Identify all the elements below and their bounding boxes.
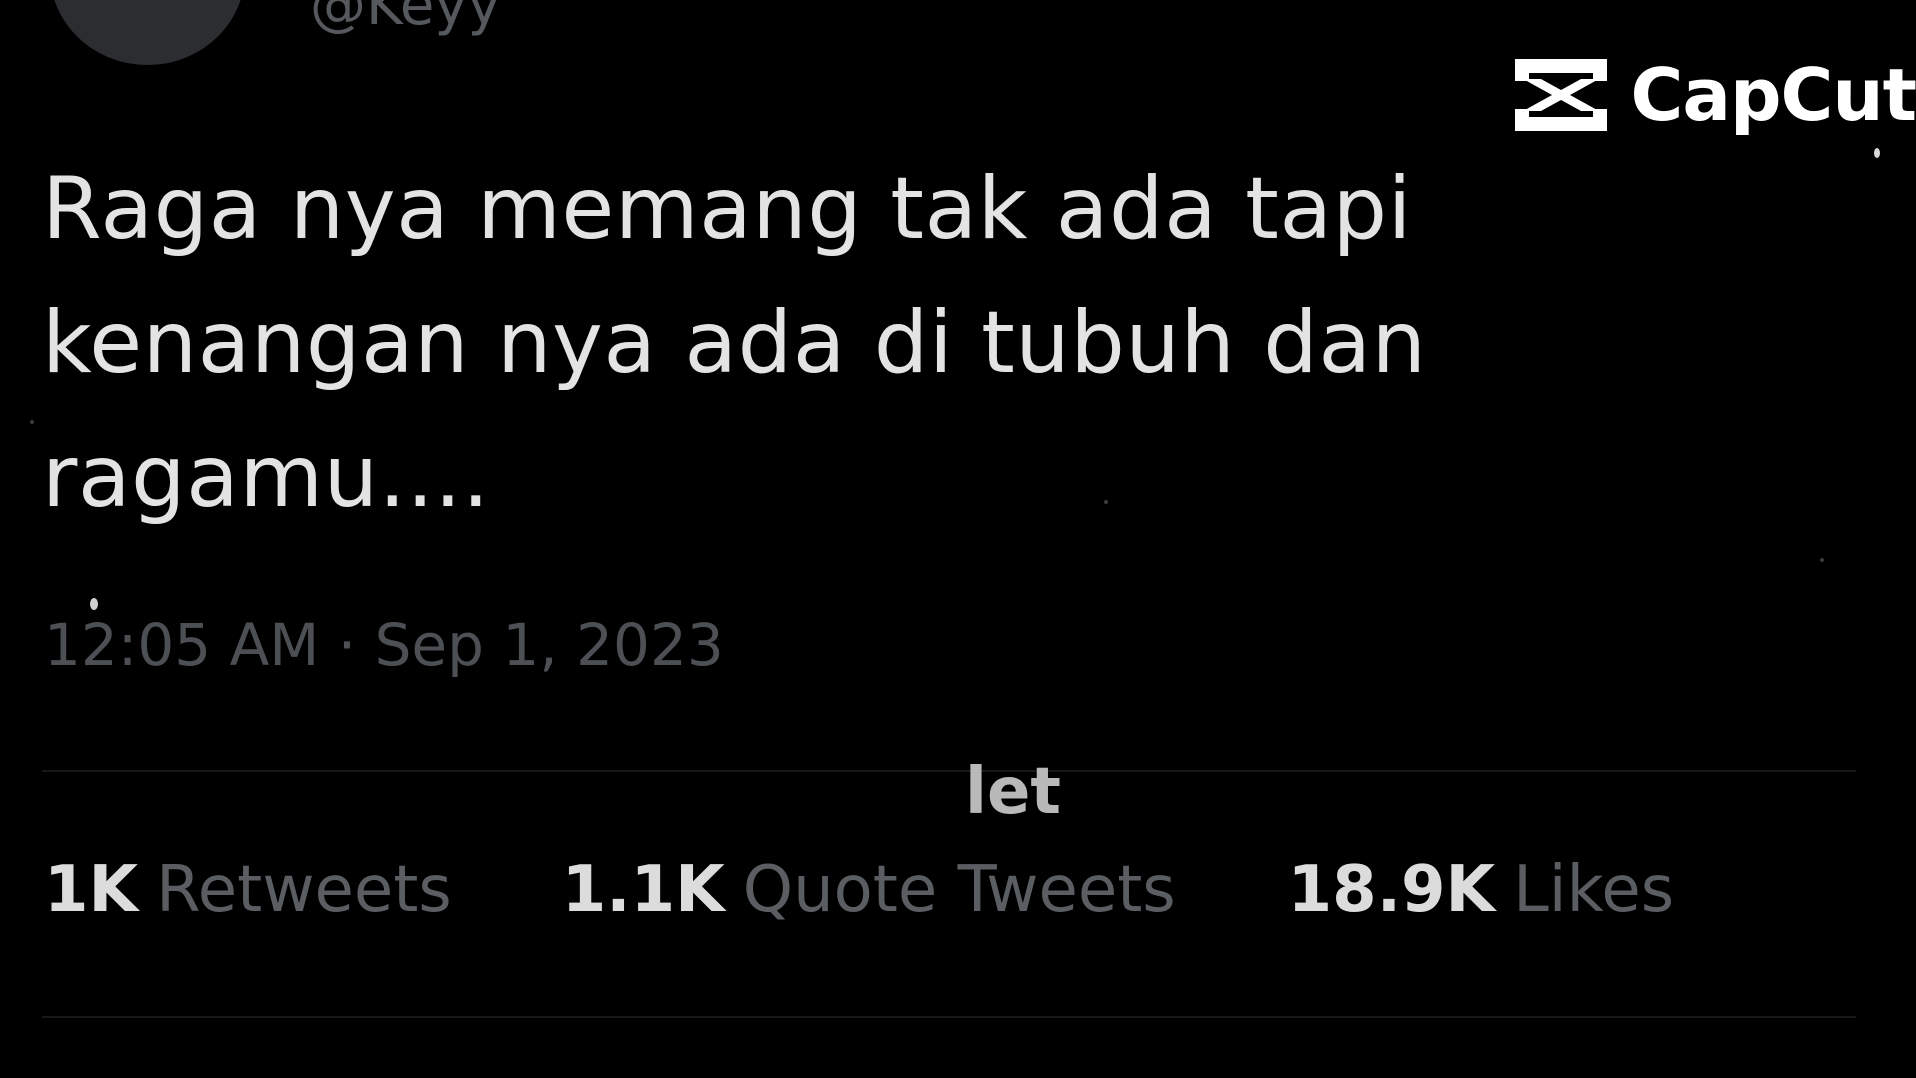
dust-speck (30, 420, 34, 424)
retweets-stat[interactable]: 1K Retweets (44, 858, 452, 922)
dust-speck (1104, 500, 1108, 504)
likes-label: Likes (1513, 853, 1675, 927)
retweets-label: Retweets (156, 853, 452, 927)
dust-speck (90, 598, 98, 610)
tweet-screenshot: @Keyy CapCut Raga nya memang tak ada tap… (0, 0, 1916, 1078)
tweet-stats: 1K Retweets 1.1K Quote Tweets 18.9K Like… (44, 858, 1674, 922)
quote-tweets-label: Quote Tweets (742, 853, 1176, 927)
dust-speck (1874, 148, 1880, 158)
watermark-text: CapCut (1630, 53, 1916, 137)
quote-tweets-stat[interactable]: 1.1K Quote Tweets (562, 858, 1176, 922)
capcut-logo-icon (1514, 59, 1607, 131)
quote-tweets-count: 1.1K (561, 853, 725, 927)
tweet-text-line: Raga nya memang tak ada tapi (42, 159, 1413, 259)
divider (42, 1016, 1856, 1018)
capcut-watermark: CapCut (1513, 55, 1916, 135)
tweet-text: Raga nya memang tak ada tapi kenangan ny… (42, 142, 1542, 544)
tweet-text-line: ragamu.... (42, 427, 490, 527)
divider (42, 770, 1856, 772)
video-caption: let (965, 755, 1061, 829)
user-handle[interactable]: @Keyy (310, 0, 501, 34)
likes-stat[interactable]: 18.9K Likes (1288, 858, 1674, 922)
tweet-text-line: kenangan nya ada di tubuh dan (42, 293, 1427, 393)
dust-speck (1820, 558, 1824, 562)
retweets-count: 1K (44, 853, 139, 927)
avatar[interactable] (50, 0, 245, 65)
likes-count: 18.9K (1287, 853, 1496, 927)
tweet-timestamp[interactable]: 12:05 AM · Sep 1, 2023 (44, 616, 724, 674)
